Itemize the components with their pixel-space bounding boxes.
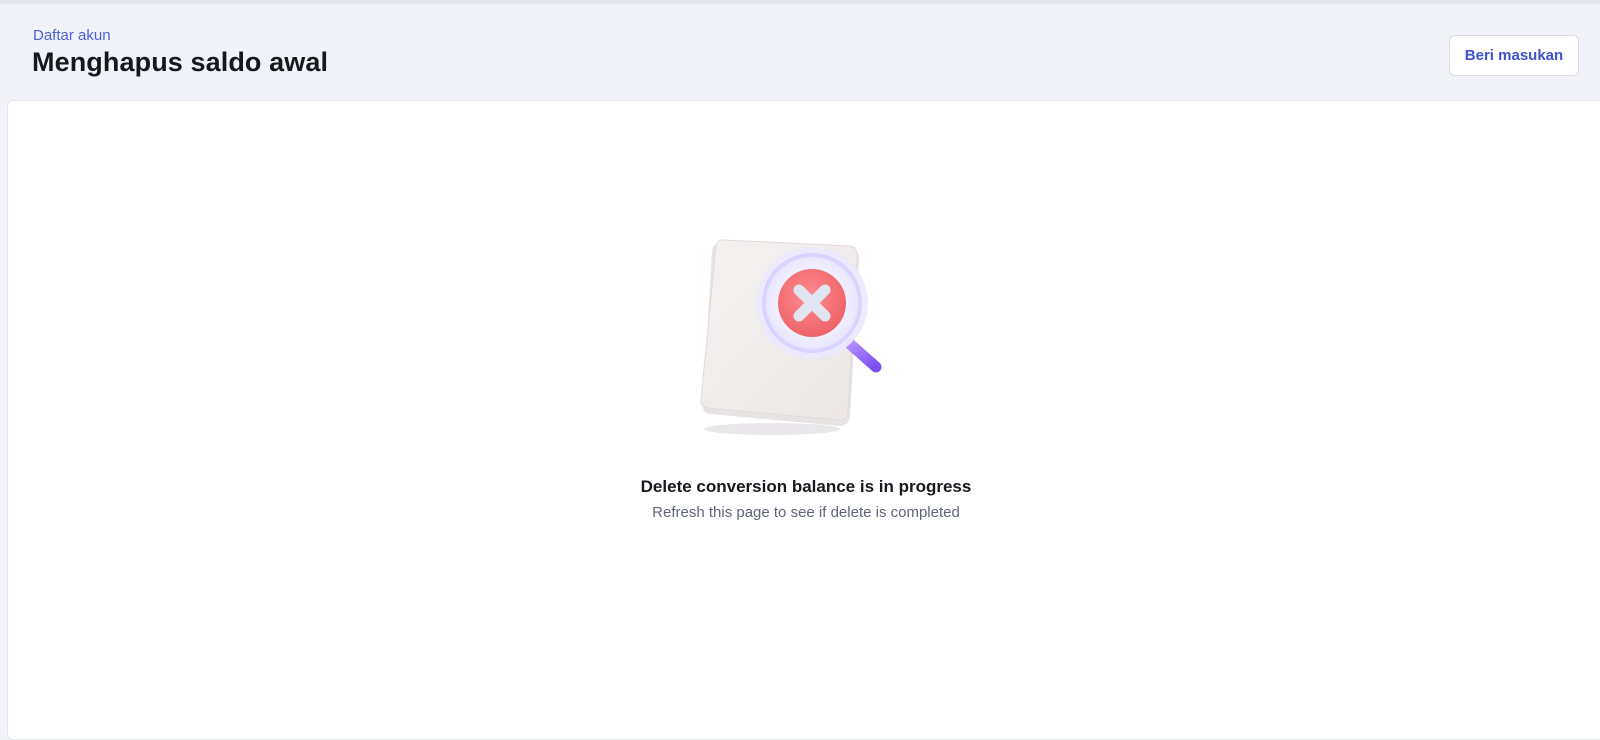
document-search-error-icon [700, 236, 910, 446]
breadcrumb-link[interactable]: Daftar akun [33, 27, 111, 44]
page-title: Menghapus saldo awal [32, 47, 329, 77]
page-header: Daftar akun Menghapus saldo awal Beri ma… [0, 4, 1600, 100]
empty-state-subtitle: Refresh this page to see if delete is co… [652, 504, 960, 521]
feedback-button[interactable]: Beri masukan [1449, 35, 1579, 76]
empty-state-title: Delete conversion balance is in progress [640, 477, 972, 496]
